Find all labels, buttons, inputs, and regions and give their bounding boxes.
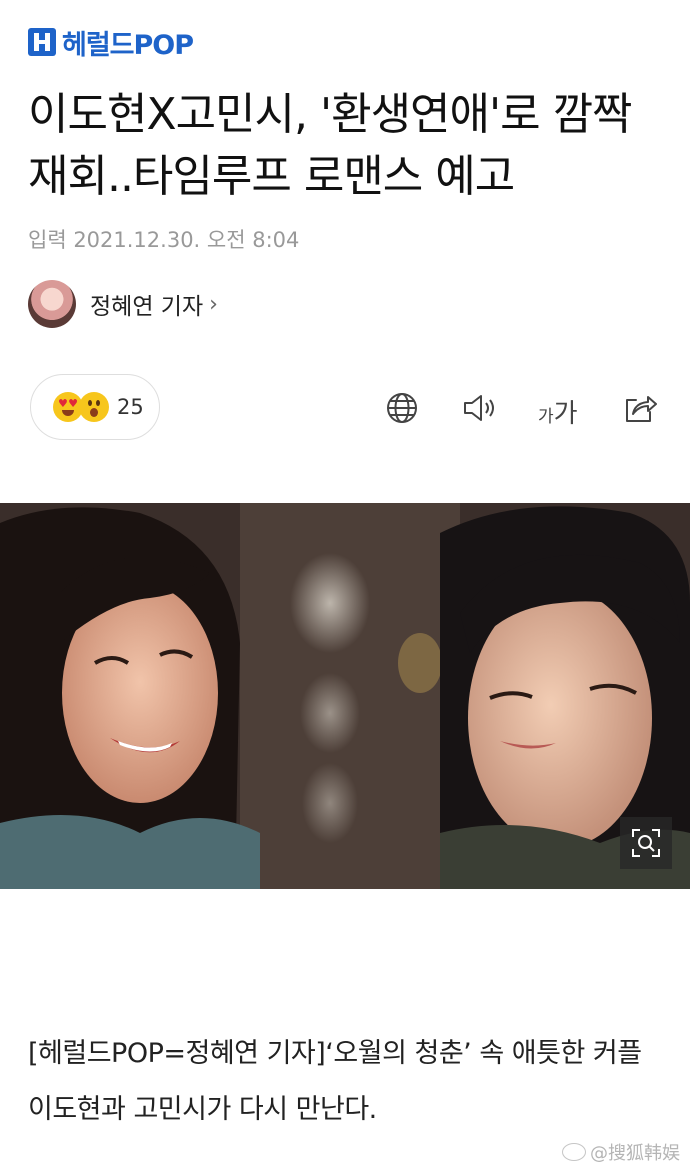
- font-size-button[interactable]: 가가: [538, 393, 578, 430]
- watermark-text: @搜狐韩娱: [590, 1143, 680, 1164]
- watermark: @搜狐韩娱: [562, 1139, 680, 1165]
- article-date: 입력 2021.12.30. 오전 8:04: [28, 228, 300, 252]
- logo-text: 헤럴드POP: [62, 29, 194, 61]
- header-logo[interactable]: 헤럴드POP: [28, 26, 194, 61]
- globe-icon[interactable]: [384, 390, 420, 426]
- author-avatar: [28, 280, 76, 328]
- chevron-right-icon: ›: [209, 291, 218, 317]
- zoom-icon[interactable]: [620, 817, 672, 869]
- font-size-large-label: 가: [553, 399, 578, 429]
- article-photo[interactable]: [0, 503, 690, 889]
- surprised-emoji-icon: [79, 392, 109, 422]
- author-name: 정혜연 기자: [90, 294, 204, 320]
- author-link[interactable]: 정혜연 기자 ›: [28, 280, 218, 328]
- reaction-count: 25: [117, 395, 144, 419]
- logo-icon: [28, 28, 56, 56]
- speaker-icon[interactable]: [462, 390, 498, 426]
- article-body: [헤럴드POP=정혜연 기자]‘오월의 청춘’ 속 애틋한 커플 이도현과 고민…: [28, 1038, 642, 1125]
- font-size-small-label: 가: [538, 407, 554, 427]
- share-icon[interactable]: [622, 390, 658, 426]
- weibo-icon: [562, 1143, 586, 1161]
- reaction-button[interactable]: 25: [30, 374, 160, 440]
- article-title: 이도현X고민시, '환생연애'로 깜짝 재회..타임루프 로맨스 예고: [28, 89, 633, 202]
